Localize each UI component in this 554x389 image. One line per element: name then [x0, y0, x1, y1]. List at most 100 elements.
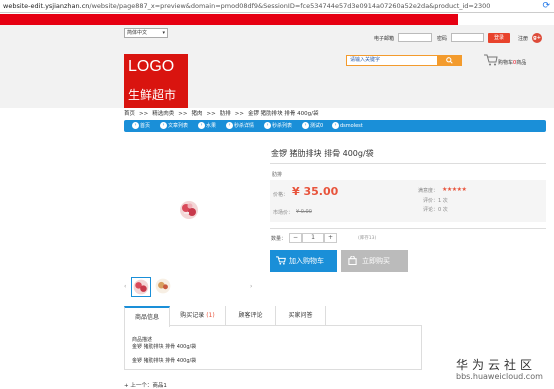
tab-customer-reviews[interactable]: 顾客评论 [226, 306, 276, 326]
email-label: 电子邮箱 [374, 36, 395, 42]
review-count-value: 0 [438, 207, 442, 213]
price-label: 价格： [273, 192, 289, 198]
product-tabs: 商品信息 购买记录 (1) 顾客评论 买家问答 [124, 306, 422, 327]
chevron-down-icon: ▾ [162, 30, 165, 36]
description-line: 金锣 猪肋排块 排骨 400g/袋 [132, 358, 197, 364]
shopping-bag-icon [348, 256, 357, 265]
top-strip: 简体中文 ▾ 电子邮箱 密码 登录 注册 g+ [0, 25, 554, 51]
nav-item-label: 首页 [140, 123, 151, 129]
nav-bullet-icon: › [160, 122, 167, 129]
breadcrumb-separator: >> [139, 111, 149, 117]
breadcrumb-separator: >> [178, 111, 188, 117]
previous-product-label: 上一个：商品1 [130, 383, 167, 389]
review-unit: 次 [442, 207, 448, 213]
cart-suffix: 商品 [516, 60, 527, 66]
search-icon [446, 57, 453, 64]
pork-ribs-image [180, 201, 198, 219]
rating-count: 评价：1 次 [423, 197, 448, 204]
tab-label: 顾客评论 [238, 312, 263, 319]
nav-bullet-icon: › [132, 122, 139, 129]
nav-item-articles[interactable]: › 文章列表 [160, 122, 188, 130]
nav-bullet-icon: › [332, 122, 339, 129]
tab-buyer-qa[interactable]: 买家问答 [276, 306, 326, 326]
tab-count: (1) [206, 312, 215, 319]
site-header: LOGO 生鲜超市 请输入关键字 购物车0商品 [0, 51, 554, 108]
product-subtitle: 肋排 [272, 172, 283, 178]
nav-bullet-icon: › [198, 122, 205, 129]
login-button[interactable]: 登录 [488, 33, 510, 43]
nav-item-flash-list[interactable]: › 秒杀列表 [264, 122, 292, 130]
satisfaction-label: 满意度： [418, 188, 439, 194]
site-logo[interactable]: LOGO 生鲜超市 [124, 54, 188, 108]
url-text[interactable]: website-edit.ysjianzhan.cn/website/page8… [3, 2, 490, 10]
product-price: ¥ 35.00 [292, 185, 339, 198]
nav-bullet-icon: › [226, 122, 233, 129]
stock-info: (库存13) [358, 236, 377, 241]
reload-icon[interactable]: ⟳ [542, 1, 550, 11]
thumbnail-2[interactable] [154, 277, 174, 297]
google-plus-icon[interactable]: g+ [532, 33, 542, 43]
product-main-image[interactable] [178, 199, 200, 221]
nav-item-test0[interactable]: › 测试0 [302, 122, 323, 130]
nav-bullet-icon: › [264, 122, 271, 129]
cart-label: 购物车 [498, 60, 514, 66]
buy-now-label: 立即购买 [362, 257, 390, 265]
buy-now-button[interactable]: 立即购买 [341, 250, 408, 272]
password-field[interactable] [451, 33, 484, 42]
cart-summary: 购物车0商品 [498, 59, 526, 66]
breadcrumb-separator: >> [206, 111, 216, 117]
nav-item-home[interactable]: › 首页 [132, 122, 150, 130]
nav-item-fruit[interactable]: › 水果 [198, 122, 216, 130]
quantity-decrease-button[interactable]: − [289, 233, 302, 243]
shopping-cart-icon [484, 54, 498, 66]
watermark-url: bbs.huaweicloud.com [456, 372, 543, 381]
main-nav: › 首页 › 文章列表 › 水果 › 秒杀详情 › 秒杀列表 › 测试0 › dsmolest [124, 120, 546, 132]
rating-label: 评价： [423, 198, 439, 204]
tab-purchase-records[interactable]: 购买记录 (1) [170, 306, 226, 326]
thumbnail-prev-icon[interactable]: ‹ [124, 283, 126, 290]
shopping-cart-icon [276, 256, 286, 265]
register-link[interactable]: 注册 [518, 35, 528, 42]
url-host: website-edit.ysjianzhan.cn [3, 2, 90, 10]
review-label: 评论： [423, 207, 439, 213]
language-select[interactable]: 简体中文 ▾ [124, 28, 168, 38]
nav-item-label: 文章列表 [168, 123, 189, 129]
rating-count-value: 1 [438, 198, 442, 204]
tab-label: 商品信息 [134, 314, 159, 321]
quantity-increase-button[interactable]: + [324, 233, 337, 243]
nav-item-label: 测试0 [310, 123, 324, 129]
description-heading: 商品描述 [132, 337, 153, 343]
product-description: 商品描述 金锣 猪肋排块 排骨 400g/袋 金锣 猪肋排块 排骨 400g/袋 [124, 326, 422, 370]
add-to-cart-button[interactable]: 加入购物车 [270, 250, 337, 272]
nav-item-dsmolest[interactable]: › dsmolest [332, 122, 363, 130]
breadcrumb-item-ribs[interactable]: 肋排 [220, 111, 231, 117]
browser-address-bar[interactable]: website-edit.ysjianzhan.cn/website/page8… [0, 0, 554, 13]
email-field[interactable] [398, 33, 432, 42]
thumbnail-next-icon[interactable]: › [250, 283, 252, 290]
thumbnail-image [133, 279, 149, 295]
breadcrumb-item-meat[interactable]: 精选肉类 [152, 111, 174, 117]
top-banner-bar [0, 14, 458, 25]
nav-item-label: 秒杀列表 [272, 123, 293, 129]
rating-stars-icon: ★★★★★ [442, 186, 467, 193]
divider [270, 228, 546, 229]
watermark-title: 华为云社区 [456, 358, 537, 372]
nav-item-label: 秒杀详情 [234, 123, 255, 129]
nav-item-label: 水果 [206, 123, 217, 129]
previous-product-link[interactable]: + 上一个：商品1 [124, 381, 167, 389]
search-button[interactable] [438, 55, 462, 66]
breadcrumb-home[interactable]: 首页 [124, 111, 135, 117]
market-price-label: 市场价： [273, 210, 294, 216]
rating-unit: 次 [442, 198, 448, 204]
tab-product-info[interactable]: 商品信息 [124, 306, 170, 327]
thumbnail-1[interactable] [131, 277, 151, 297]
search-input[interactable]: 请输入关键字 [346, 55, 438, 66]
breadcrumb-item-pork[interactable]: 猪肉 [191, 111, 202, 117]
quantity-input[interactable]: 1 [302, 233, 324, 243]
add-to-cart-label: 加入购物车 [289, 257, 324, 265]
nav-item-flash-detail[interactable]: › 秒杀详情 [226, 122, 254, 130]
password-label: 密码 [437, 36, 448, 42]
header-cart[interactable]: 购物车0商品 [484, 54, 544, 68]
description-line: 金锣 猪肋排块 排骨 400g/袋 [132, 344, 197, 350]
tab-label: 买家问答 [288, 312, 313, 319]
